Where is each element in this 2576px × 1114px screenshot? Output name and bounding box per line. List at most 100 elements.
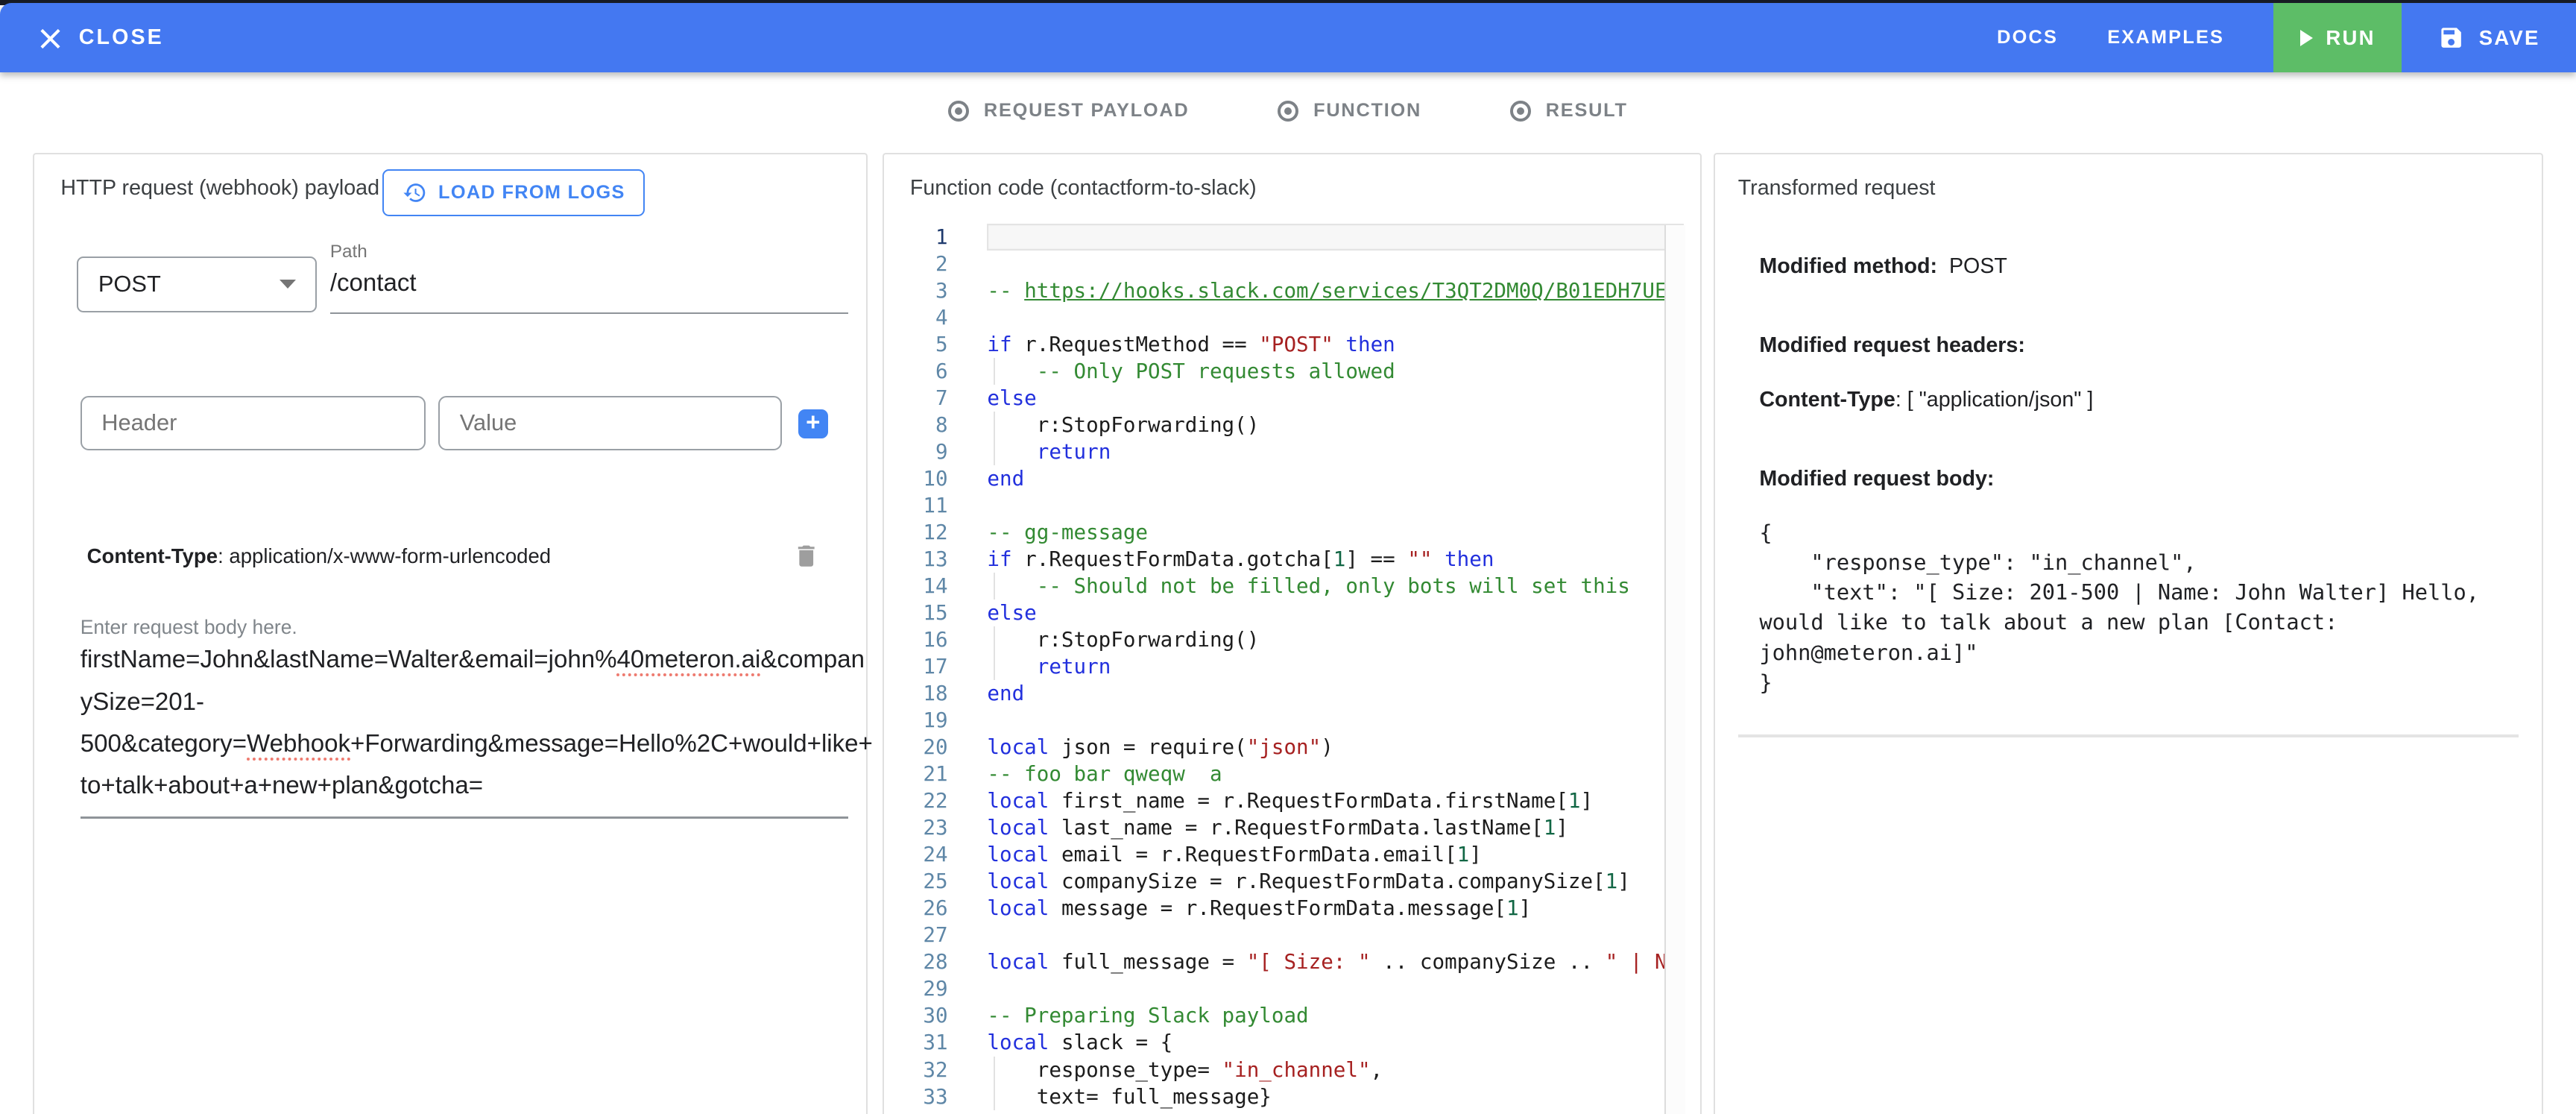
code-line-text [987,492,1664,519]
code-line-text [987,922,1664,948]
load-from-logs-button[interactable]: LOAD FROM LOGS [382,169,645,217]
modified-body-label: Modified request body: [1759,467,2515,491]
code-line: 29 [910,975,1701,1002]
top-toolbar: CLOSE DOCS EXAMPLES RUN SAVE [0,3,2576,72]
modified-body-line: john@meteron.ai]" [1759,638,2515,667]
line-number: 31 [910,1030,948,1054]
close-icon [40,27,61,48]
line-number: 30 [910,1004,948,1028]
code-line-text: r:StopForwarding() [987,626,1664,653]
line-number: 29 [910,977,948,1001]
path-field-label: Path [330,242,367,262]
header-name-input[interactable] [80,396,426,450]
line-number: 22 [910,789,948,813]
code-line: 10 end [910,465,1701,492]
code-line-text: end [987,465,1664,492]
delete-header-button[interactable] [792,542,820,570]
line-number: 26 [910,896,948,920]
code-line-text: local slack = { [987,1029,1664,1056]
run-button[interactable]: RUN [2273,3,2402,72]
code-line-text: local email = r.RequestFormData.email[1] [987,841,1664,868]
code-line: 26local message = r.RequestFormData.mess… [910,895,1701,922]
code-line-text: local last_name = r.RequestFormData.last… [987,814,1664,841]
code-line: 9 return [910,438,1701,465]
code-line-text [987,304,1664,331]
request-body-input[interactable]: firstName=John&lastName=Walter&email=joh… [80,639,846,808]
line-number: 4 [910,306,948,330]
tab-result[interactable]: RESULT [1510,100,1628,122]
result-panel-title: Transformed request [1738,176,1936,201]
method-select[interactable]: POST [77,257,317,312]
code-line-text: if r.RequestFormData.gotcha[1] == "" the… [987,546,1664,573]
code-line-text: -- Preparing Slack payload [987,1002,1664,1029]
save-button[interactable]: SAVE [2402,3,2576,72]
code-line: 1 [910,224,1701,251]
code-line: 3-- https://hooks.slack.com/services/T3Q… [910,277,1701,304]
line-number: 32 [910,1058,948,1082]
modified-body-line: would like to talk about a new plan [Con… [1759,607,2515,637]
code-line-text: -- https://hooks.slack.com/services/T3QT… [987,277,1664,304]
examples-button[interactable]: EXAMPLES [2107,27,2224,48]
code-line-text: local full_message = "[ Size: " .. compa… [987,948,1664,975]
line-number: 9 [910,440,948,464]
modified-method-label: Modified method: [1759,254,1937,278]
code-line: 17 return [910,653,1701,680]
tab-request-payload[interactable]: REQUEST PAYLOAD [948,100,1189,122]
line-number: 15 [910,601,948,625]
code-line-text: else [987,600,1664,626]
code-line: 6 -- Only POST requests allowed [910,358,1701,385]
save-icon [2438,25,2464,51]
tab-label: FUNCTION [1313,100,1421,122]
tab-label: REQUEST PAYLOAD [984,100,1190,122]
line-number: 20 [910,735,948,759]
code-line-text: text= full_message} [987,1083,1664,1110]
modified-method-row: Modified method: POST [1759,254,2515,279]
line-number: 10 [910,467,948,491]
docs-button[interactable]: DOCS [1997,27,2058,48]
code-line-text: return [987,438,1664,465]
code-line: 24 local email = r.RequestFormData.email[… [910,841,1701,868]
tab-function[interactable]: FUNCTION [1278,100,1421,122]
add-header-button[interactable]: + [798,409,828,439]
code-line-text: return [987,653,1664,680]
line-number: 5 [910,333,948,356]
path-input[interactable]: /contact [330,269,417,298]
line-number: 24 [910,843,948,866]
header-entry-row: Content-Type: application/x-www-form-url… [87,542,820,570]
code-line-text: -- Only POST requests allowed [987,358,1664,385]
close-button[interactable]: CLOSE [40,25,164,50]
code-line: 12-- gg-message [910,519,1701,546]
view-toggle-row: REQUEST PAYLOAD FUNCTION RESULT [0,100,2576,122]
line-number: 8 [910,413,948,437]
function-editor-window: CLOSE DOCS EXAMPLES RUN SAVE REQUEST PAY… [0,0,2576,1114]
line-number: 25 [910,869,948,893]
modified-body-json: { "response_type": "in_channel", "text":… [1759,517,2515,697]
modified-method-value: POST [1949,254,2007,278]
line-number: 1 [910,225,948,249]
request-body-hint: Enter request body here. [80,616,297,639]
code-line: 22 local first_name = r.RequestFormData.f… [910,787,1701,814]
code-line-text [987,224,1684,251]
code-editor[interactable]: 123-- https://hooks.slack.com/services/T… [910,224,1701,1114]
code-line-text: local json = require("json") [987,734,1664,761]
header-value-input[interactable] [438,396,782,450]
code-line: 2 [910,251,1701,277]
code-line: 28local full_message = "[ Size: " .. com… [910,948,1701,975]
line-number: 14 [910,574,948,598]
result-divider [1738,734,2519,737]
code-line: 5if r.RequestMethod == "POST" then [910,331,1701,358]
code-line: 18end [910,680,1701,707]
run-label: RUN [2326,26,2375,50]
eye-icon [1278,101,1298,122]
code-line-text: -- Should not be filled, only bots will … [987,573,1664,600]
function-panel-title: Function code (contactform-to-slack) [910,176,1257,201]
code-line: 23local last_name = r.RequestFormData.la… [910,814,1701,841]
line-number: 12 [910,520,948,544]
code-line-text: local first_name = r.RequestFormData.fir… [987,787,1664,814]
header-entry-text: Content-Type: application/x-www-form-url… [87,544,552,568]
code-line: 8 r:StopForwarding() [910,412,1701,438]
line-number: 2 [910,252,948,276]
modified-header-value: : [ "application/json" ] [1895,388,2094,412]
code-line: 4 [910,304,1701,331]
editor-scrollbar[interactable] [1664,225,1685,1114]
